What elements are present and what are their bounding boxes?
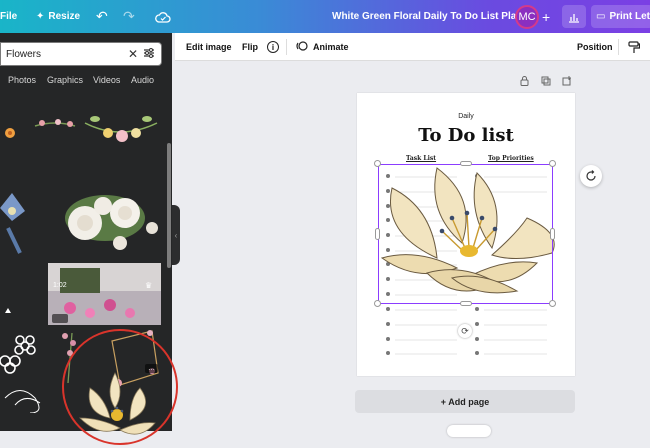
resize-label: Resize (48, 11, 81, 22)
resize-handle-br[interactable] (549, 300, 556, 307)
top-bar: File ✦ Resize ↶ ↷ White Green Floral Dai… (0, 0, 650, 33)
elements-side-panel: Flowers ✕ Photos Graphics Videos Audio 1… (0, 33, 178, 445)
position-button[interactable]: Position (577, 33, 613, 61)
page-navigator-handle[interactable] (447, 425, 491, 437)
resize-handle-top[interactable] (460, 161, 472, 166)
avatar[interactable]: MC (515, 5, 539, 29)
add-collaborator-button[interactable]: + (542, 0, 550, 33)
sparkle-icon: ✦ (36, 11, 45, 22)
resize-handle-bottom[interactable] (460, 301, 472, 306)
print-label: Print Lett (609, 11, 650, 22)
add-page-button[interactable]: + Add page (355, 390, 575, 413)
redo-icon[interactable]: ↷ (123, 0, 135, 33)
flower-outline-thumbs[interactable] (0, 308, 36, 374)
file-label[interactable]: File (0, 11, 17, 22)
analytics-icon[interactable] (562, 5, 586, 28)
document-title[interactable]: White Green Floral Daily To Do List Plan… (332, 0, 538, 33)
toolbar-divider (286, 39, 287, 55)
video-flowers-thumb[interactable] (48, 263, 161, 325)
file-menu[interactable]: File (0, 0, 17, 33)
filter-icon[interactable] (143, 47, 155, 62)
add-page-icon[interactable] (561, 75, 572, 86)
resize-handle-tl[interactable] (374, 160, 381, 167)
resize-button[interactable]: ✦ Resize (36, 0, 80, 33)
search-input[interactable]: Flowers ✕ (0, 42, 162, 66)
info-icon[interactable]: i (267, 33, 279, 61)
resize-handle-right[interactable] (550, 228, 555, 240)
info-glyph: i (267, 41, 279, 53)
flip-button[interactable]: Flip (242, 33, 258, 61)
rotate-handle-icon[interactable]: ⟳ (458, 324, 472, 338)
tab-videos[interactable]: Videos (93, 75, 120, 85)
context-toolbar: Edit image Flip i Animate Position (175, 33, 650, 61)
selection-box[interactable] (378, 164, 553, 304)
search-value: Flowers (6, 48, 42, 60)
orange-flower-thumb[interactable] (5, 128, 15, 138)
paint-roller-icon[interactable] (628, 33, 640, 61)
resize-handle-bl[interactable] (374, 300, 381, 307)
tab-photos[interactable]: Photos (8, 75, 36, 85)
design-page[interactable]: Daily To Do list Task List Top Prioritie… (357, 93, 575, 376)
animate-label: Animate (313, 42, 349, 52)
tab-graphics[interactable]: Graphics (47, 75, 83, 85)
line-art-flower-thumb[interactable] (4, 390, 41, 414)
video-duration: 1:02 (53, 282, 67, 289)
duplicate-page-icon[interactable] (540, 75, 551, 86)
collapse-panel-handle[interactable]: ‹ (172, 205, 180, 265)
tab-audio[interactable]: Audio (131, 75, 154, 85)
edit-image-button[interactable]: Edit image (186, 33, 232, 61)
selection-highlight-circle (62, 329, 178, 445)
resize-handle-left[interactable] (375, 228, 380, 240)
crown-icon: ♛ (145, 281, 153, 290)
print-button[interactable]: ▭ Print Lett (591, 5, 650, 28)
floral-wreath-thumb[interactable] (84, 116, 158, 142)
printer-icon: ▭ (596, 11, 606, 22)
white-roses-thumb[interactable] (65, 195, 158, 250)
animate-icon (296, 40, 308, 54)
animate-button[interactable]: Animate (296, 33, 349, 61)
ai-suggestions-button[interactable] (580, 165, 602, 187)
undo-icon[interactable]: ↶ (96, 0, 108, 33)
cloud-save-icon[interactable] (155, 0, 171, 33)
side-panel-scrollbar[interactable] (167, 143, 171, 268)
clear-search-icon[interactable]: ✕ (128, 47, 138, 61)
more-options-icon[interactable]: … (145, 364, 158, 373)
blue-flower-thumb[interactable] (0, 193, 25, 254)
lock-icon[interactable] (519, 75, 530, 86)
toolbar-divider-2 (618, 39, 619, 55)
resize-handle-tr[interactable] (549, 160, 556, 167)
floral-garland-thumb-1[interactable] (34, 119, 76, 127)
